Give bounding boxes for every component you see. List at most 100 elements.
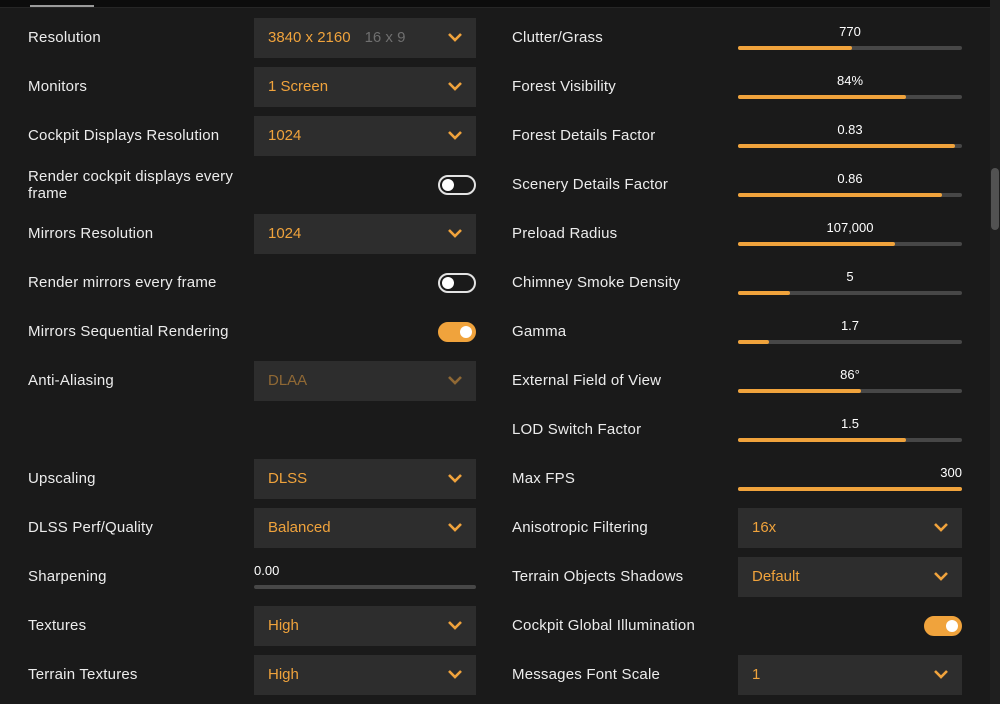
textures-dropdown[interactable]: High: [254, 606, 476, 646]
render-mirrors-toggle[interactable]: [438, 273, 476, 293]
slider-value: 84%: [738, 74, 962, 88]
dropdown-value: Default: [752, 568, 800, 585]
slider-track[interactable]: [738, 438, 962, 442]
slider-value: 86°: [738, 368, 962, 382]
setting-row-preload-radius: Preload Radius 107,000: [512, 209, 962, 258]
setting-label: LOD Switch Factor: [512, 421, 738, 438]
setting-row-scenery-details-factor: Scenery Details Factor 0.86: [512, 160, 962, 209]
dropdown-value: High: [268, 617, 299, 634]
graphics-settings-panel: Resolution 3840 x 2160 16 x 9 Monitors 1…: [0, 9, 962, 699]
setting-row-terrain-textures: Terrain Textures High: [28, 650, 476, 699]
setting-row-forest-visibility: Forest Visibility 84%: [512, 62, 962, 111]
chevron-down-icon: [448, 376, 462, 385]
setting-label: Forest Visibility: [512, 78, 738, 95]
slider-fill: [738, 144, 955, 148]
setting-label: Resolution: [28, 29, 254, 46]
scenery-details-factor-slider[interactable]: 0.86: [738, 172, 962, 197]
gamma-slider[interactable]: 1.7: [738, 319, 962, 344]
messages-font-scale-dropdown[interactable]: 1: [738, 655, 962, 695]
setting-label: Chimney Smoke Density: [512, 274, 738, 291]
slider-value: 107,000: [738, 221, 962, 235]
clutter-grass-slider[interactable]: 770: [738, 25, 962, 50]
dropdown-value: DLAA: [268, 372, 307, 389]
setting-row-cockpit-displays-resolution: Cockpit Displays Resolution 1024: [28, 111, 476, 160]
forest-details-factor-slider[interactable]: 0.83: [738, 123, 962, 148]
slider-track[interactable]: [738, 46, 962, 50]
setting-label: Anti-Aliasing: [28, 372, 254, 389]
slider-fill: [738, 291, 790, 295]
dropdown-value: High: [268, 666, 299, 683]
spacer-row: [28, 405, 476, 454]
setting-row-mirrors-sequential-rendering: Mirrors Sequential Rendering: [28, 307, 476, 356]
setting-row-cockpit-global-illumination: Cockpit Global Illumination: [512, 601, 962, 650]
setting-label: Render mirrors every frame: [28, 274, 254, 291]
slider-track[interactable]: [738, 144, 962, 148]
slider-track[interactable]: [254, 585, 476, 589]
chevron-down-icon: [448, 131, 462, 140]
cockpit-global-illumination-toggle[interactable]: [924, 616, 962, 636]
slider-fill: [738, 193, 942, 197]
forest-visibility-slider[interactable]: 84%: [738, 74, 962, 99]
chimney-smoke-density-slider[interactable]: 5: [738, 270, 962, 295]
setting-row-gamma: Gamma 1.7: [512, 307, 962, 356]
render-cockpit-displays-toggle[interactable]: [438, 175, 476, 195]
vertical-scrollbar[interactable]: [990, 0, 1000, 704]
upscaling-dropdown[interactable]: DLSS: [254, 459, 476, 499]
slider-fill: [738, 438, 906, 442]
lod-switch-factor-slider[interactable]: 1.5: [738, 417, 962, 442]
dropdown-suffix: 16 x 9: [365, 29, 406, 46]
terrain-objects-shadows-dropdown[interactable]: Default: [738, 557, 962, 597]
top-bar: [0, 0, 1000, 8]
toggle-knob: [946, 620, 958, 632]
sharpening-slider[interactable]: 0.00: [254, 564, 476, 589]
setting-row-messages-font-scale: Messages Font Scale 1: [512, 650, 962, 699]
setting-label: Terrain Textures: [28, 666, 254, 683]
setting-row-clutter-grass: Clutter/Grass 770: [512, 13, 962, 62]
cockpit-displays-resolution-dropdown[interactable]: 1024: [254, 116, 476, 156]
toggle-knob: [442, 179, 454, 191]
setting-label: Textures: [28, 617, 254, 634]
monitors-dropdown[interactable]: 1 Screen: [254, 67, 476, 107]
dropdown-value: 1024: [268, 127, 301, 144]
terrain-textures-dropdown[interactable]: High: [254, 655, 476, 695]
chevron-down-icon: [934, 572, 948, 581]
slider-track[interactable]: [738, 487, 962, 491]
setting-label: Render cockpit displays every frame: [28, 168, 254, 202]
slider-value: 5: [738, 270, 962, 284]
max-fps-slider[interactable]: 300: [738, 466, 962, 491]
slider-track[interactable]: [738, 389, 962, 393]
dropdown-value: 1: [752, 666, 760, 683]
slider-track[interactable]: [738, 193, 962, 197]
dlss-perf-quality-dropdown[interactable]: Balanced: [254, 508, 476, 548]
setting-label: Scenery Details Factor: [512, 176, 738, 193]
slider-track[interactable]: [738, 95, 962, 99]
dropdown-value: DLSS: [268, 470, 307, 487]
chevron-down-icon: [448, 474, 462, 483]
setting-label: Cockpit Global Illumination: [512, 617, 738, 634]
slider-track[interactable]: [738, 291, 962, 295]
scrollbar-thumb[interactable]: [991, 168, 999, 230]
preload-radius-slider[interactable]: 107,000: [738, 221, 962, 246]
external-field-of-view-slider[interactable]: 86°: [738, 368, 962, 393]
setting-row-chimney-smoke-density: Chimney Smoke Density 5: [512, 258, 962, 307]
slider-track[interactable]: [738, 242, 962, 246]
mirrors-resolution-dropdown[interactable]: 1024: [254, 214, 476, 254]
settings-column-left: Resolution 3840 x 2160 16 x 9 Monitors 1…: [28, 13, 476, 699]
setting-row-render-mirrors: Render mirrors every frame: [28, 258, 476, 307]
dropdown-value: 3840 x 2160: [268, 29, 351, 46]
toggle-knob: [442, 277, 454, 289]
anisotropic-filtering-dropdown[interactable]: 16x: [738, 508, 962, 548]
chevron-down-icon: [934, 670, 948, 679]
slider-value: 0.86: [738, 172, 962, 186]
resolution-dropdown[interactable]: 3840 x 2160 16 x 9: [254, 18, 476, 58]
dropdown-value: Balanced: [268, 519, 331, 536]
slider-track[interactable]: [738, 340, 962, 344]
slider-value: 0.83: [738, 123, 962, 137]
chevron-down-icon: [448, 523, 462, 532]
setting-row-anti-aliasing: Anti-Aliasing DLAA: [28, 356, 476, 405]
slider-value: 1.5: [738, 417, 962, 431]
mirrors-sequential-rendering-toggle[interactable]: [438, 322, 476, 342]
tab-indicator: [30, 5, 94, 7]
setting-label: Monitors: [28, 78, 254, 95]
chevron-down-icon: [448, 82, 462, 91]
